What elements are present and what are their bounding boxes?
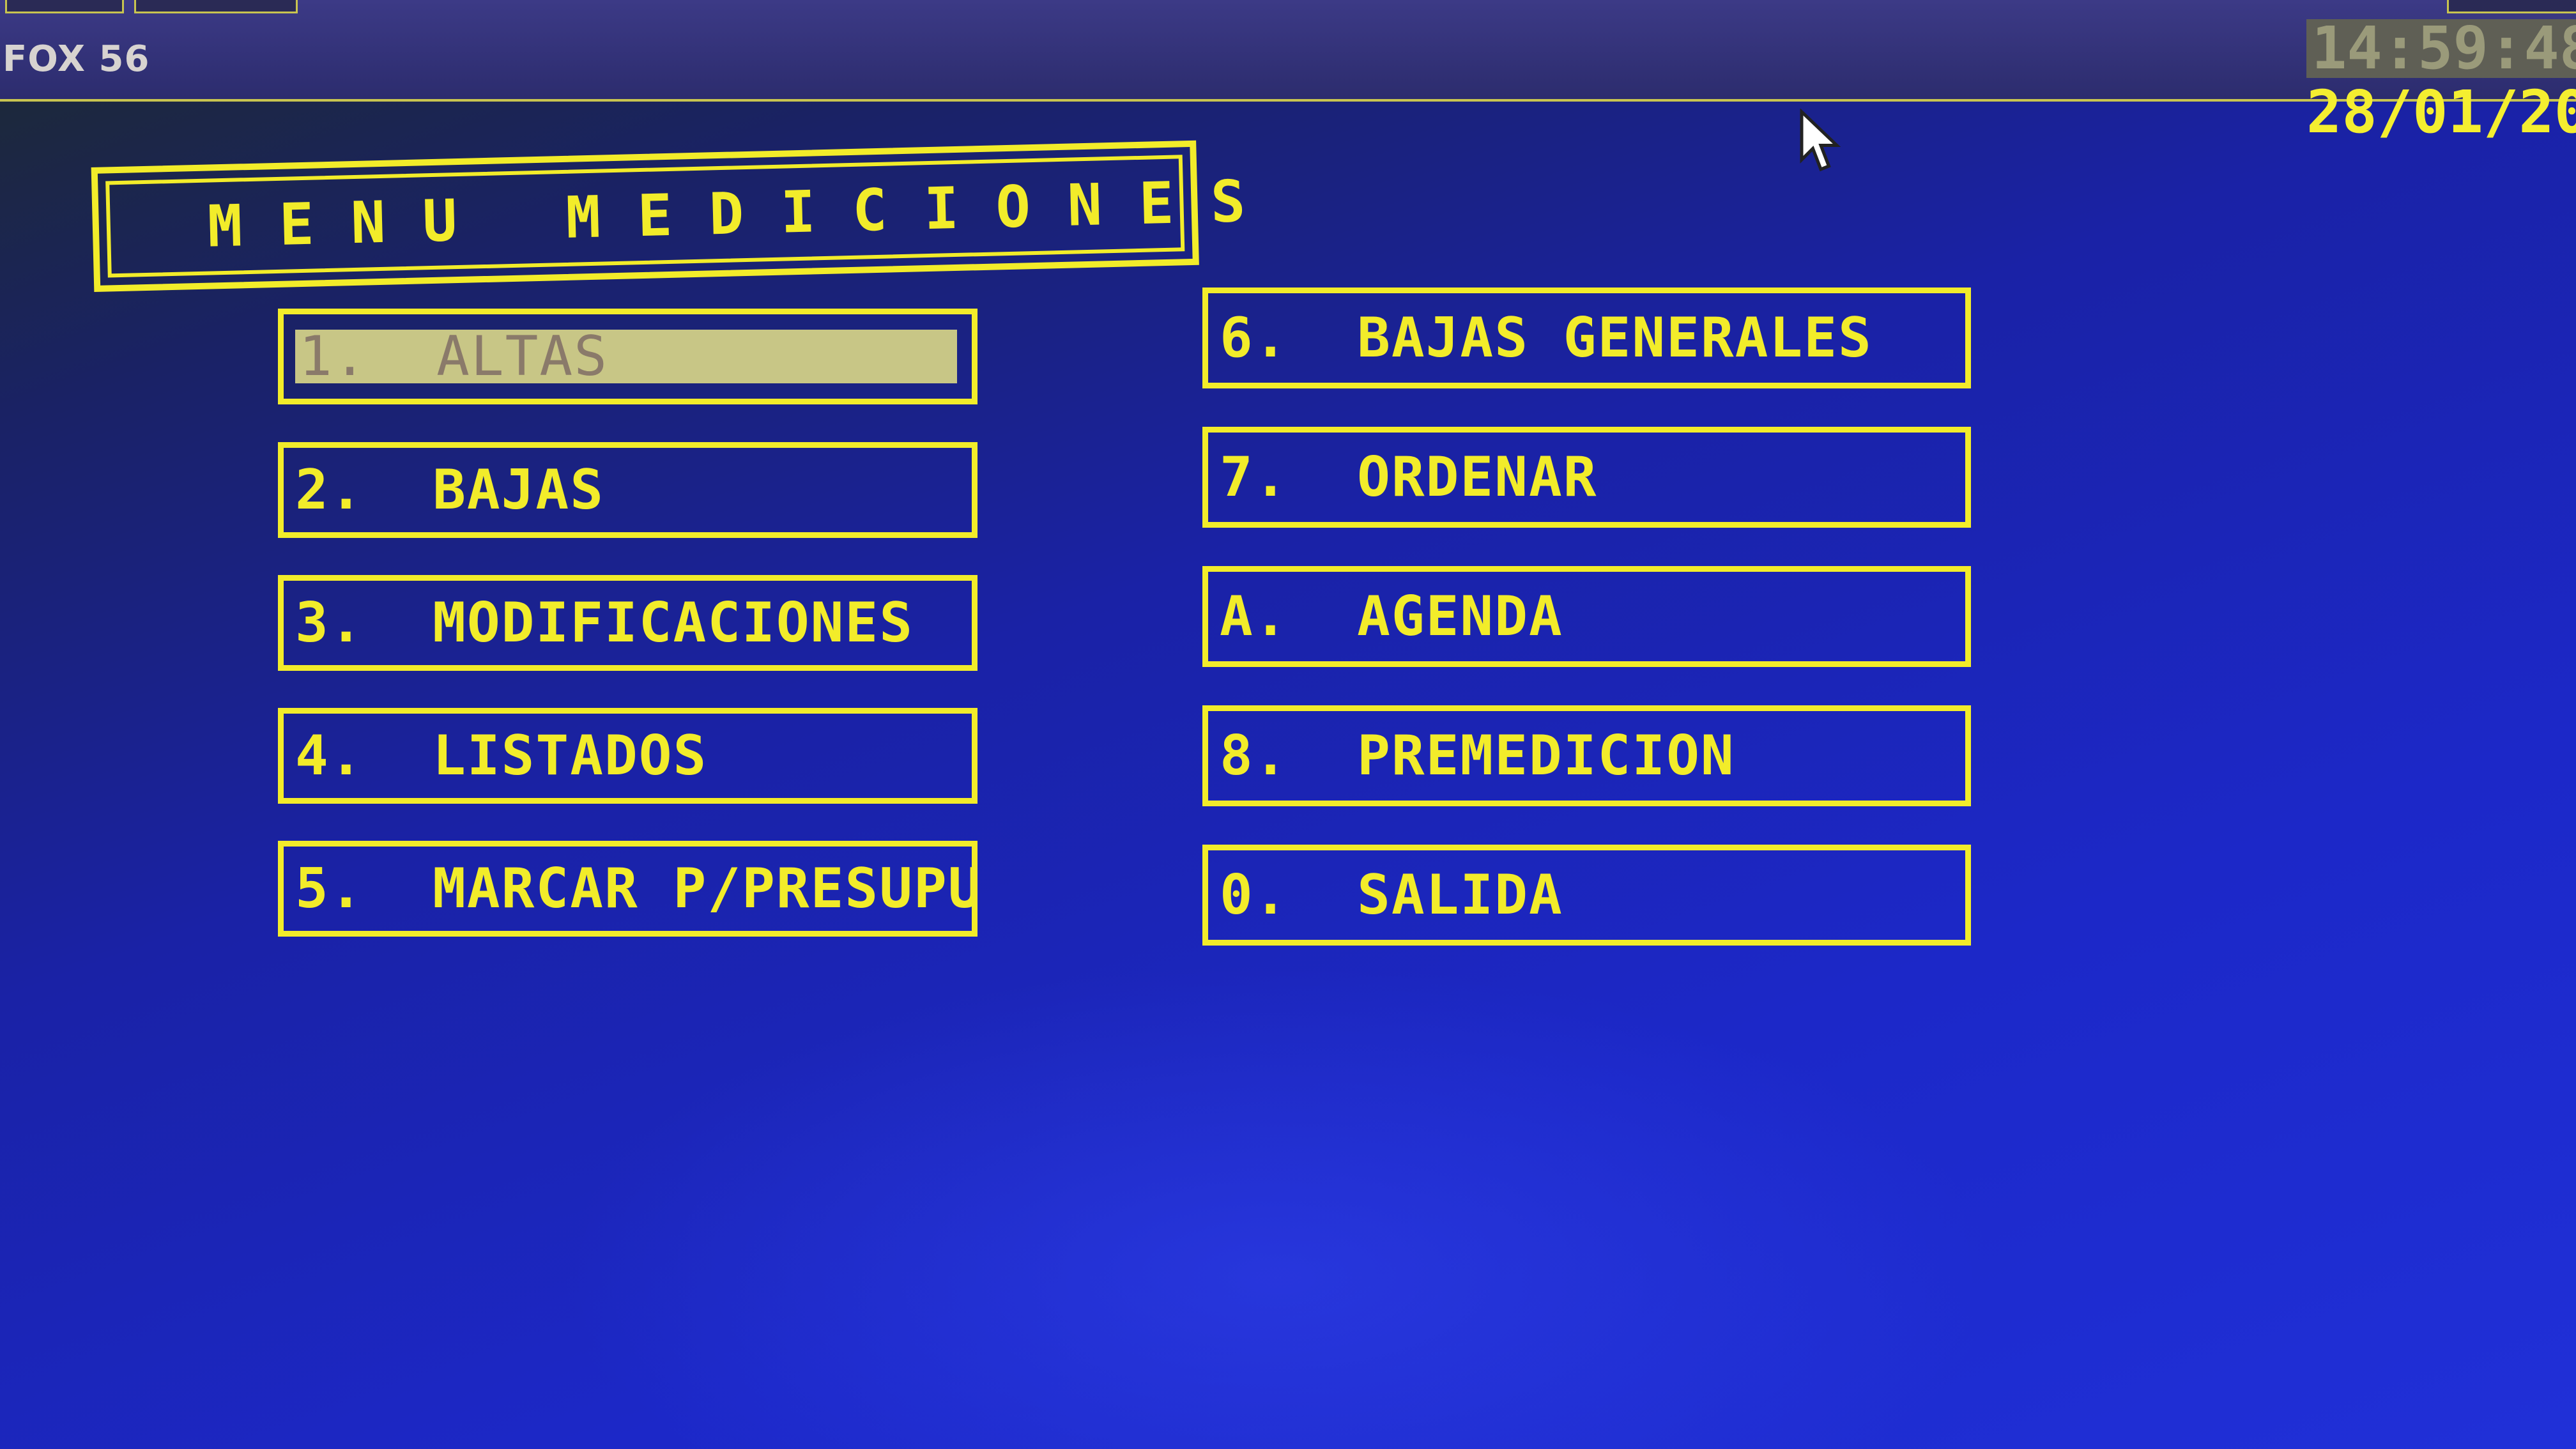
menu-item-salida[interactable]: 0. SALIDA: [1202, 845, 1971, 946]
top-tab: [2447, 0, 2576, 13]
top-status-strip: FOX 56: [0, 0, 2576, 102]
menu-item-label: 0. SALIDA: [1220, 863, 1563, 927]
clock: 14:59:48 28/01/20: [2306, 19, 2576, 142]
menu-item-label: 1. ALTAS: [295, 329, 957, 384]
menu-item-label: 7. ORDENAR: [1220, 445, 1598, 509]
terminal-screen: FOX 56 14:59:48 28/01/20 MENU MEDICIONES…: [0, 0, 2576, 1449]
menu-item-label: 8. PREMEDICION: [1220, 724, 1735, 788]
clock-date: 28/01/20: [2306, 78, 2576, 146]
menu-item-ordenar[interactable]: 7. ORDENAR: [1202, 427, 1971, 528]
top-tab: [5, 0, 124, 13]
top-tab: [134, 0, 298, 13]
menu-item-modificaciones[interactable]: 3. MODIFICACIONES: [278, 575, 977, 671]
menu-title-box: MENU MEDICIONES: [91, 140, 1284, 292]
status-label: FOX 56: [3, 38, 150, 80]
menu-item-label: 3. MODIFICACIONES: [295, 591, 914, 655]
menu-item-bajas-generales[interactable]: 6. BAJAS GENERALES: [1202, 288, 1971, 388]
menu-title: MENU MEDICIONES: [206, 167, 1284, 261]
mouse-pointer-icon: [1800, 109, 1841, 172]
menu-item-bajas[interactable]: 2. BAJAS: [278, 442, 977, 538]
menu-item-label: 6. BAJAS GENERALES: [1220, 306, 1873, 370]
menu-item-label: 4. LISTADOS: [295, 724, 708, 788]
menu-item-listados[interactable]: 4. LISTADOS: [278, 708, 977, 804]
menu-item-label: 5. MARCAR P/PRESUPUES: [295, 857, 977, 921]
menu-item-label: A. AGENDA: [1220, 585, 1563, 648]
menu-item-marcar-presupuestos[interactable]: 5. MARCAR P/PRESUPUES: [278, 841, 977, 937]
clock-time: 14:59:48: [2306, 19, 2576, 78]
menu-item-label: 2. BAJAS: [295, 458, 604, 522]
menu-item-altas[interactable]: 1. ALTAS: [278, 309, 977, 404]
menu-item-premedicion[interactable]: 8. PREMEDICION: [1202, 705, 1971, 806]
menu-item-agenda[interactable]: A. AGENDA: [1202, 566, 1971, 667]
